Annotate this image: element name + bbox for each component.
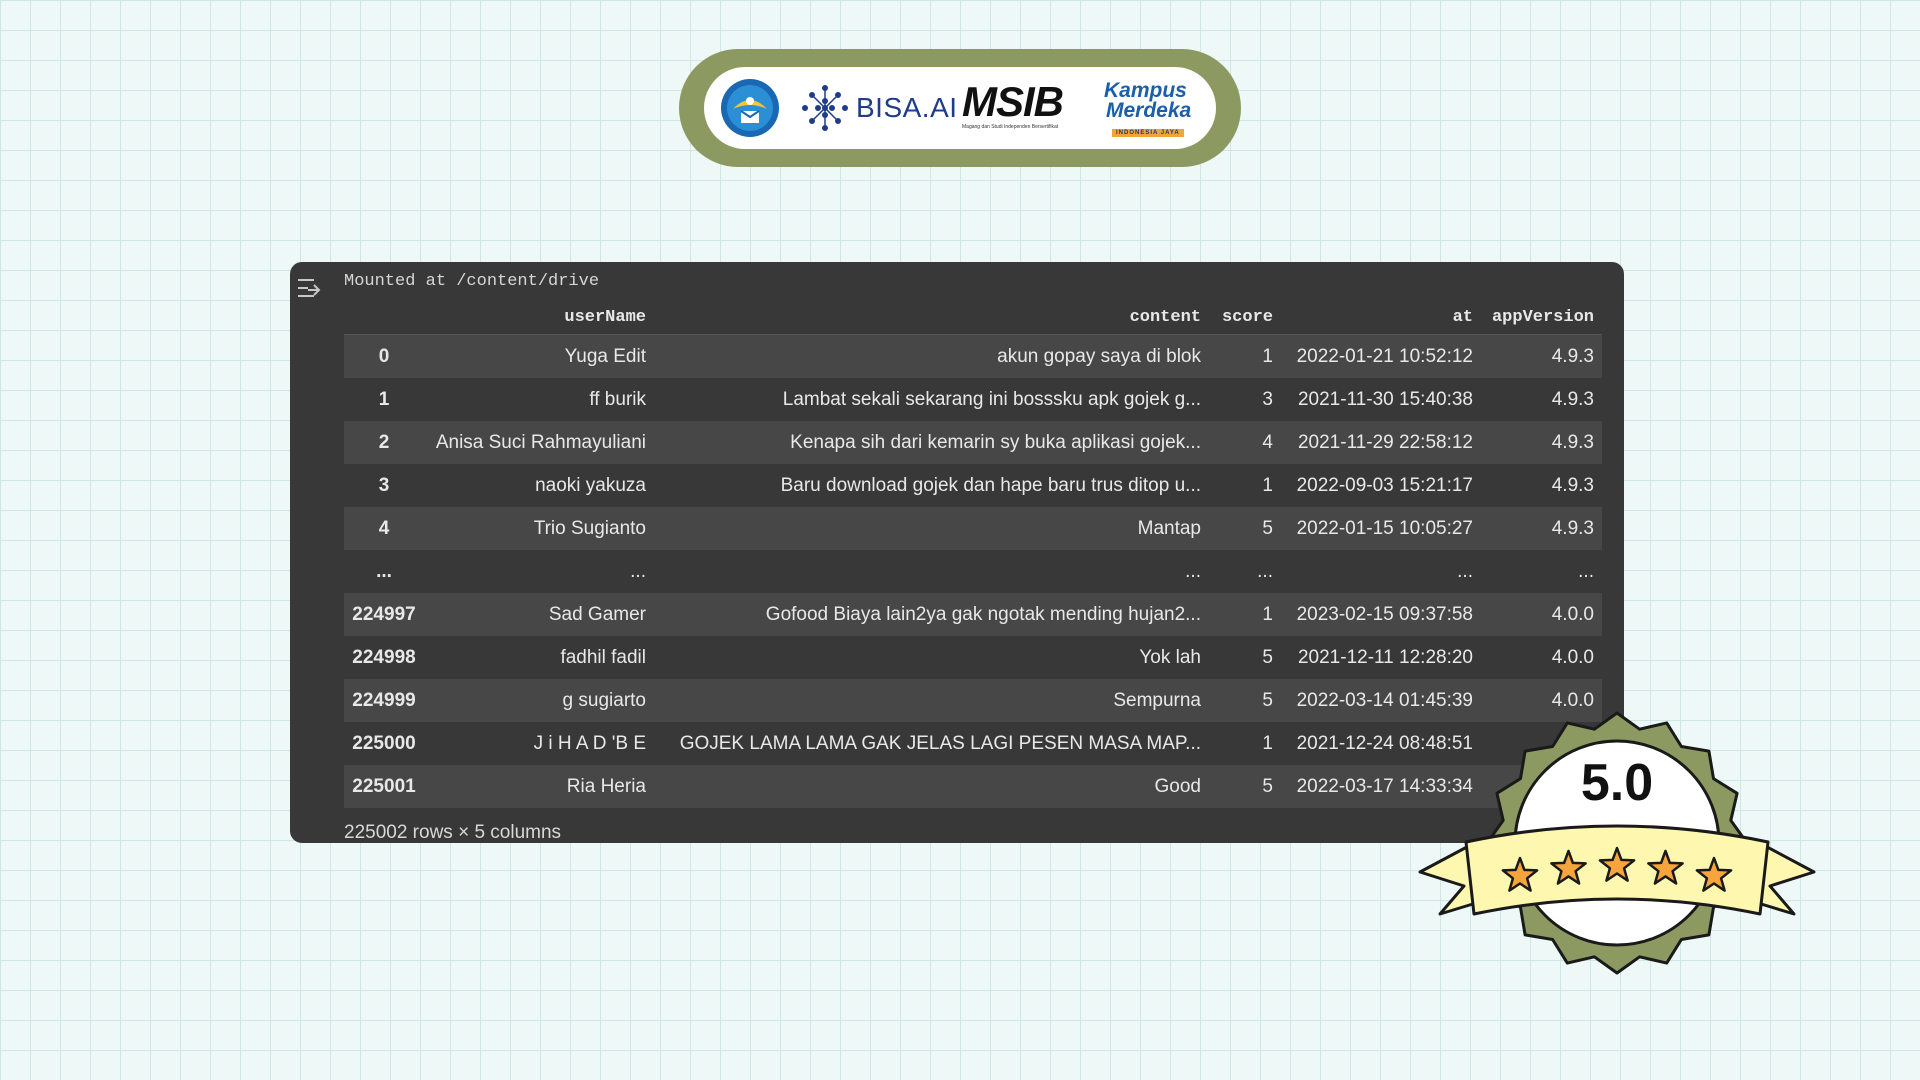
cell-content: GOJEK LAMA LAMA GAK JELAS LAGI PESEN MAS…	[654, 722, 1209, 765]
cell-username: g sugiarto	[424, 679, 654, 722]
cell-appversion: 4.0.0	[1481, 636, 1602, 679]
cell-appversion: 4.9.3	[1481, 507, 1602, 550]
cell-content: Lambat sekali sekarang ini bosssku apk g…	[654, 378, 1209, 421]
cell-score: 1	[1209, 722, 1281, 765]
cell-at: 2023-02-15 09:37:58	[1281, 593, 1481, 636]
cell-content: Mantap	[654, 507, 1209, 550]
row-index: ...	[344, 550, 424, 593]
cell-content: akun gopay saya di blok	[654, 334, 1209, 378]
cell-username: fadhil fadil	[424, 636, 654, 679]
header-content: content	[654, 300, 1209, 335]
cell-at: 2022-01-15 10:05:27	[1281, 507, 1481, 550]
rating-badge: 5.0	[1418, 711, 1816, 975]
cell-at: 2021-11-30 15:40:38	[1281, 378, 1481, 421]
cell-username: Ria Heria	[424, 765, 654, 808]
cell-username: Trio Sugianto	[424, 507, 654, 550]
cell-appversion: ...	[1481, 550, 1602, 593]
cell-score: 5	[1209, 507, 1281, 550]
table-header-row: userName content score at appVersion	[344, 300, 1602, 335]
cell-username: Anisa Suci Rahmayuliani	[424, 421, 654, 464]
table-row-ellipsis: ... ... ... ... ... ...	[344, 550, 1602, 593]
row-index: 225000	[344, 722, 424, 765]
table-row: 2 Anisa Suci Rahmayuliani Kenapa sih dar…	[344, 421, 1602, 464]
row-index: 3	[344, 464, 424, 507]
rating-value: 5.0	[1581, 754, 1653, 812]
row-index: 2	[344, 421, 424, 464]
cell-username: ...	[424, 550, 654, 593]
cell-username: naoki yakuza	[424, 464, 654, 507]
cell-score: 1	[1209, 464, 1281, 507]
row-index: 1	[344, 378, 424, 421]
row-index: 224999	[344, 679, 424, 722]
logo-banner: BISA.AI MSIB Magang dan Studi Independen…	[679, 49, 1241, 167]
bisa-ai-wordmark: BISA.AI	[856, 92, 958, 123]
logo-strip: BISA.AI MSIB Magang dan Studi Independen…	[704, 67, 1216, 149]
header-at: at	[1281, 300, 1481, 335]
output-actions-icon[interactable]	[294, 272, 326, 304]
dataframe-shape: 225002 rows × 5 columns	[344, 822, 562, 843]
row-index: 224998	[344, 636, 424, 679]
indonesia-jaya-tag: INDONESIA JAYA	[1112, 129, 1184, 137]
cell-content: ...	[654, 550, 1209, 593]
cell-content: Baru download gojek dan hape baru trus d…	[654, 464, 1209, 507]
cell-username: Sad Gamer	[424, 593, 654, 636]
table-row: 4 Trio Sugianto Mantap 5 2022-01-15 10:0…	[344, 507, 1602, 550]
row-index: 225001	[344, 765, 424, 808]
cell-at: 2021-12-11 12:28:20	[1281, 636, 1481, 679]
merdeka-wordmark: Merdeka	[1106, 99, 1192, 122]
row-index: 0	[344, 334, 424, 378]
cell-score: 4	[1209, 421, 1281, 464]
header-appversion: appVersion	[1481, 300, 1602, 335]
tut-wuri-handayani-logo	[721, 79, 779, 137]
cell-at: ...	[1281, 550, 1481, 593]
table-row: 3 naoki yakuza Baru download gojek dan h…	[344, 464, 1602, 507]
cell-appversion: 4.9.3	[1481, 378, 1602, 421]
cell-score: 5	[1209, 765, 1281, 808]
cell-content: Gofood Biaya lain2ya gak ngotak mending …	[654, 593, 1209, 636]
row-index: 4	[344, 507, 424, 550]
kampus-merdeka-logo: Kampus Merdeka INDONESIA JAYA	[1104, 79, 1192, 139]
header-index	[344, 300, 424, 335]
bisa-ai-mark-icon	[802, 85, 848, 131]
bisa-ai-logo: BISA.AI	[800, 83, 958, 133]
cell-content: Sempurna	[654, 679, 1209, 722]
cell-score: ...	[1209, 550, 1281, 593]
header-username: userName	[424, 300, 654, 335]
cell-score: 1	[1209, 334, 1281, 378]
cell-score: 5	[1209, 679, 1281, 722]
table-row: 224997 Sad Gamer Gofood Biaya lain2ya ga…	[344, 593, 1602, 636]
row-index: 224997	[344, 593, 424, 636]
msib-tagline: Magang dan Studi Independen Bersertifika…	[962, 124, 1059, 130]
cell-at: 2022-09-03 15:21:17	[1281, 464, 1481, 507]
cell-appversion: 4.9.3	[1481, 464, 1602, 507]
cell-appversion: 4.9.3	[1481, 421, 1602, 464]
cell-score: 1	[1209, 593, 1281, 636]
mount-message: Mounted at /content/drive	[344, 272, 600, 291]
cell-appversion: 4.9.3	[1481, 334, 1602, 378]
table-row: 224998 fadhil fadil Yok lah 5 2021-12-11…	[344, 636, 1602, 679]
msib-wordmark: MSIB	[962, 78, 1064, 125]
cell-username: Yuga Edit	[424, 334, 654, 378]
cell-score: 5	[1209, 636, 1281, 679]
cell-username: J i H A D 'B E	[424, 722, 654, 765]
cell-score: 3	[1209, 378, 1281, 421]
table-row: 1 ff burik Lambat sekali sekarang ini bo…	[344, 378, 1602, 421]
kampus-wordmark: Kampus	[1104, 79, 1187, 102]
cell-at: 2021-11-29 22:58:12	[1281, 421, 1481, 464]
cell-content: Kenapa sih dari kemarin sy buka aplikasi…	[654, 421, 1209, 464]
cell-username: ff burik	[424, 378, 654, 421]
cell-at: 2022-01-21 10:52:12	[1281, 334, 1481, 378]
cell-content: Yok lah	[654, 636, 1209, 679]
header-score: score	[1209, 300, 1281, 335]
msib-logo: MSIB Magang dan Studi Independen Bersert…	[962, 78, 1064, 131]
cell-content: Good	[654, 765, 1209, 808]
table-row: 0 Yuga Edit akun gopay saya di blok 1 20…	[344, 334, 1602, 378]
cell-appversion: 4.0.0	[1481, 593, 1602, 636]
